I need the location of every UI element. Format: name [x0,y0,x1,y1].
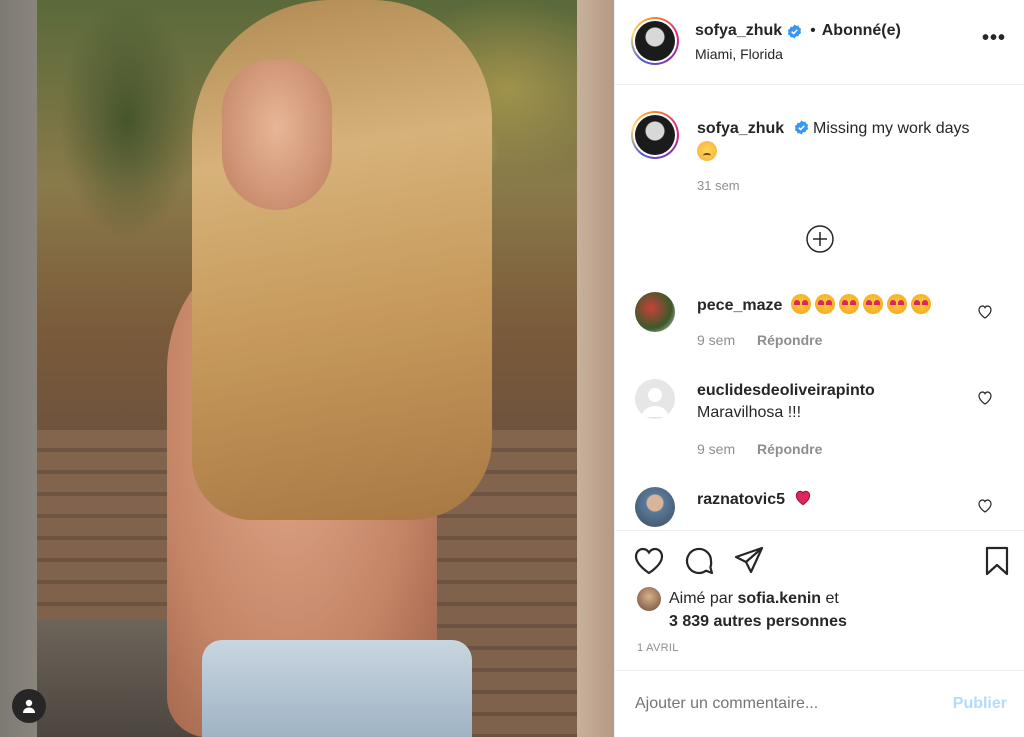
post-header: sofya_zhuk • Abonné(e) Miami, Florida ••… [615,0,1024,85]
header-separator: • [810,22,816,39]
verified-badge-icon [794,120,808,135]
follow-status-button[interactable]: Abonné(e) [822,22,901,40]
default-avatar-icon [641,388,669,417]
author-avatar[interactable] [631,17,679,65]
comments-list[interactable]: sofya_zhuk Missing my work days 31 sem p… [615,85,1024,530]
liker-username[interactable]: sofia.kenin [737,590,821,607]
save-bookmark-icon[interactable] [981,545,1013,577]
post-media[interactable] [0,0,614,737]
comment-avatar[interactable] [635,292,675,332]
photo-subject-jeans [202,640,472,737]
likes-prefix: Aimé par [669,590,734,607]
reply-button[interactable]: Répondre [757,441,822,457]
photo-subject-face [222,60,332,210]
red-heart-emoji-icon [795,490,810,506]
post-caption: sofya_zhuk Missing my work days 31 sem [615,85,1024,210]
like-heart-icon[interactable] [633,545,665,577]
heart-icon[interactable] [977,304,993,320]
caption-text: Missing my work days [813,120,970,137]
heart-eyes-emoji-icon [790,294,935,314]
comment-avatar[interactable] [635,379,675,419]
comment-time[interactable]: 9 sem [697,441,735,457]
likes-conjunction: et [825,590,839,607]
comment-username[interactable]: euclidesdeoliveirapinto [697,380,967,402]
reply-button[interactable]: Répondre [757,332,822,348]
comment-username[interactable]: pece_maze [697,297,782,314]
post-panel: sofya_zhuk • Abonné(e) Miami, Florida ••… [614,0,1024,737]
comment-username[interactable]: raznatovic5 [697,491,785,508]
publish-button[interactable]: Publier [953,695,1007,713]
caption-avatar[interactable] [631,111,679,159]
heart-icon[interactable] [977,498,993,514]
post-location[interactable]: Miami, Florida [695,46,901,62]
caption-time[interactable]: 31 sem [697,178,740,193]
caption-username[interactable]: sofya_zhuk [697,120,784,137]
comment-avatar[interactable] [635,487,675,527]
comment-text: Maravilhosa !!! [697,404,802,421]
load-more-comments-icon[interactable] [805,224,835,254]
post-actions: Aimé par sofia.kenin et 3 839 autres per… [615,530,1024,670]
pensive-face-emoji-icon [697,141,717,161]
share-paper-plane-icon[interactable] [733,545,765,577]
post-photo[interactable] [37,0,577,737]
heart-icon[interactable] [977,390,993,406]
comment-input[interactable] [635,695,935,713]
tagged-users-button[interactable] [12,689,46,723]
liker-avatar[interactable] [637,587,661,611]
add-comment-bar: Publier [615,670,1024,737]
likes-others-count[interactable]: 3 839 autres personnes [669,613,847,630]
author-username[interactable]: sofya_zhuk [695,22,782,40]
likes-summary[interactable]: Aimé par sofia.kenin et 3 839 autres per… [637,587,847,633]
verified-badge-icon [788,23,802,39]
more-options-button[interactable]: ••• [982,28,1006,48]
post-date[interactable]: 1 AVRIL [637,642,679,654]
comment-bubble-icon[interactable] [683,545,715,577]
user-icon [23,699,35,713]
comment-time[interactable]: 9 sem [697,332,735,348]
